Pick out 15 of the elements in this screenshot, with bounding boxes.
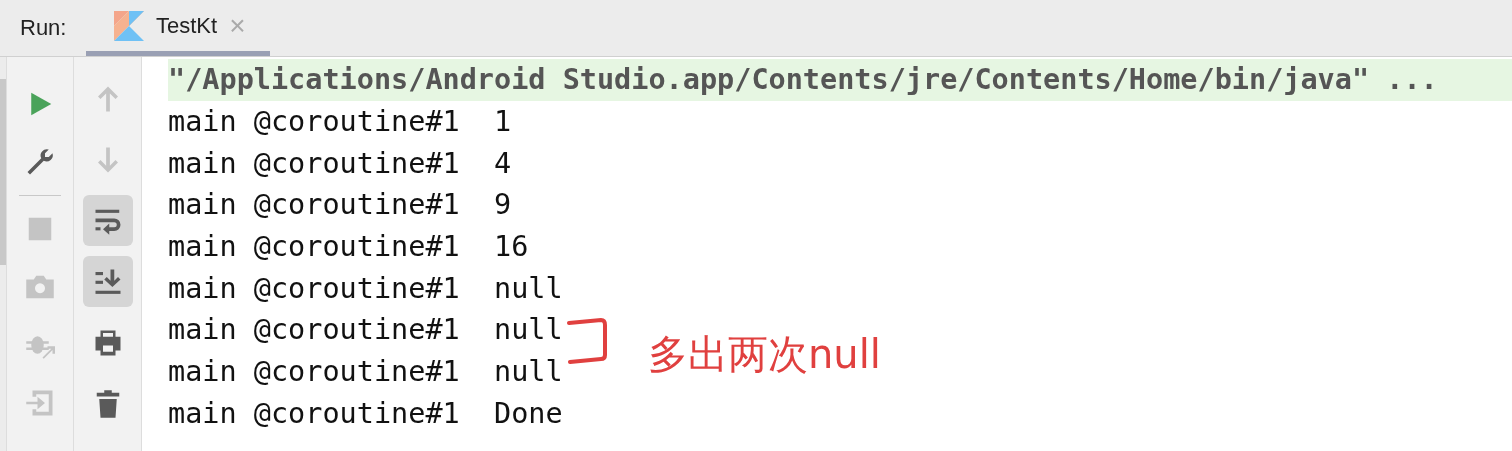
toolbar-button[interactable] [82, 256, 133, 307]
annotation-text: 多出两次null [648, 330, 881, 379]
toolbar-button[interactable] [82, 195, 133, 246]
run-label: Run: [20, 15, 68, 41]
console-line: main @coroutine#1 Done [168, 396, 563, 430]
kotlin-logo-icon [114, 10, 144, 41]
console-line: main @coroutine#1 9 [168, 188, 512, 222]
console-line: main @coroutine#1 1 [168, 105, 512, 139]
console-line: main @coroutine#1 null [168, 271, 563, 305]
command-line: "/Applications/Android Studio.app/Contents/jre/Contents/Home/bin/java" ... [168, 63, 1438, 97]
console-line: main @coroutine#1 null [168, 355, 563, 389]
console-line: main @coroutine#1 null [168, 313, 563, 347]
console-line: main @coroutine#1 4 [168, 146, 512, 180]
wrench-icon[interactable] [25, 147, 55, 177]
console-line: main @coroutine#1 16 [168, 230, 529, 264]
